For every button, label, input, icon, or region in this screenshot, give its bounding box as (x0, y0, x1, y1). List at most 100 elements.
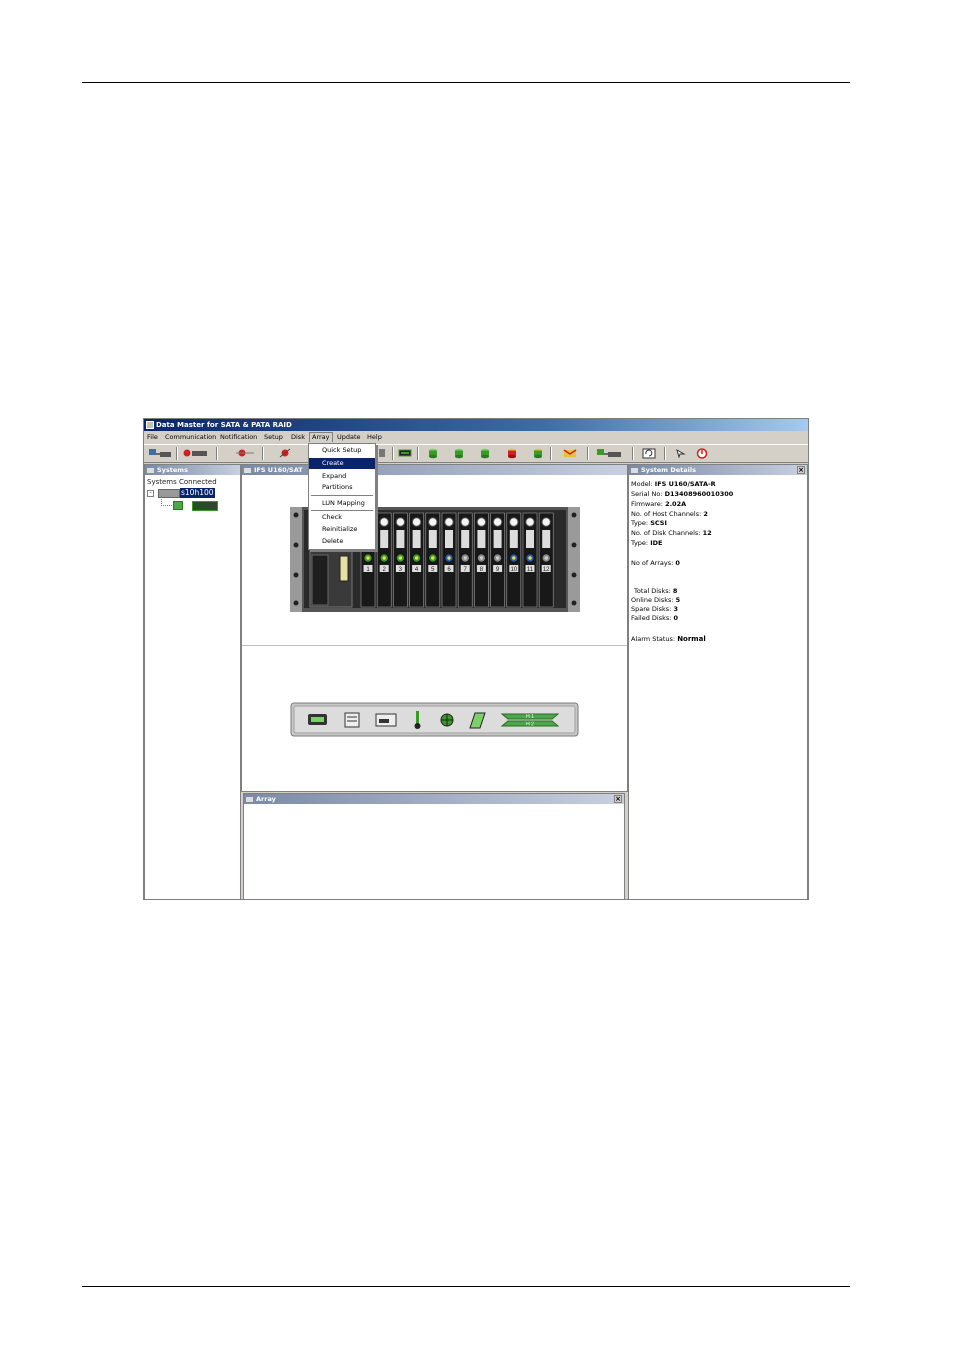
rack-screw-icon (571, 542, 577, 548)
host-channel-h1: H 1 (500, 713, 560, 720)
vent-grille (311, 554, 329, 606)
detail-disk-channels: No. of Disk Channels: 12 (631, 529, 712, 537)
mail-icon (563, 449, 577, 457)
array-delete-button[interactable] (507, 447, 517, 459)
disconnect-icon (183, 449, 207, 457)
detail-arrays: No of Arrays: 0 (631, 559, 680, 567)
host-interface-icon (308, 714, 327, 725)
connect-system-button[interactable] (148, 447, 172, 459)
rack-screw-icon (571, 512, 577, 518)
controller-button[interactable] (398, 447, 412, 459)
refresh-button[interactable] (642, 447, 656, 459)
toolbar-separator (392, 447, 394, 460)
bottom-rule (82, 1286, 850, 1287)
toolbar-separator (216, 447, 218, 460)
rack-screw-icon (571, 600, 577, 606)
menu-item-check[interactable]: Check (309, 512, 375, 523)
array-op-button-3[interactable] (480, 447, 490, 459)
systems-icon (147, 468, 154, 473)
menu-separator (311, 510, 373, 511)
tools-icon (279, 448, 291, 458)
disk-status-dot (382, 556, 386, 560)
menu-item-reinitialize[interactable]: Reinitialize (309, 524, 375, 535)
top-rule (82, 82, 850, 83)
menu-item-quick-setup[interactable]: Quick Setup (309, 445, 375, 456)
menu-item-expand[interactable]: Expand (309, 471, 375, 482)
menu-disk[interactable]: Disk (289, 432, 307, 443)
tray-label (461, 530, 470, 548)
menu-setup[interactable]: Setup (262, 432, 285, 443)
tray-label (445, 530, 453, 548)
host-label[interactable]: s10h100 (180, 488, 215, 498)
host-channel-h1-label: H 1 (526, 714, 534, 720)
toolbar (144, 444, 808, 463)
array-check-button[interactable] (533, 447, 543, 459)
tray-label (428, 530, 437, 548)
slot-number: 10 (510, 567, 517, 573)
rack-screw-icon (571, 572, 577, 578)
pointer-help-icon (676, 448, 686, 458)
disconnect-system-button[interactable] (182, 447, 208, 459)
tray-label (477, 530, 486, 548)
mail-button[interactable] (563, 447, 577, 459)
menu-array[interactable]: Array (309, 432, 333, 442)
tray-label (542, 530, 551, 548)
toolbar-separator (262, 447, 264, 460)
toolbar-separator (664, 447, 666, 460)
menu-file[interactable]: File (145, 432, 160, 443)
disk-tool-button[interactable] (377, 447, 387, 459)
exit-button[interactable] (696, 447, 708, 459)
notification-button[interactable] (234, 447, 256, 459)
tray-label (509, 530, 518, 548)
tray-knob-icon (411, 517, 422, 527)
rack-screw-icon (293, 542, 299, 548)
enclosure-header-icon (244, 468, 251, 473)
detail-total-disks: Total Disks: 8 (634, 587, 678, 595)
enclosure-panel-title: IFS U160/SAT (254, 466, 303, 474)
network-button[interactable] (596, 447, 622, 459)
detail-serial: Serial No: D13408960010300 (631, 490, 734, 498)
menu-notification[interactable]: Notification (218, 432, 259, 443)
left-rack-ear (290, 507, 302, 612)
detail-model: Model: IFS U160/SATA-R (631, 480, 716, 488)
menu-item-delete[interactable]: Delete (309, 536, 375, 547)
menu-item-create[interactable]: Create (309, 458, 375, 469)
details-header-icon (631, 468, 638, 473)
collapse-icon[interactable]: - (147, 490, 154, 497)
tray-label (526, 530, 534, 548)
tray-knob-icon (460, 517, 470, 527)
computer-network-icon (149, 449, 171, 457)
title-bar[interactable]: Data Master for SATA & PATA RAID (144, 419, 808, 431)
close-icon[interactable]: × (614, 795, 622, 803)
array-op-button-1[interactable] (428, 447, 438, 459)
tree-node-host[interactable]: - s10h100 (147, 488, 217, 500)
toolbar-separator (176, 447, 178, 460)
tray-knob-icon (509, 517, 519, 527)
array-op-button-2[interactable] (454, 447, 464, 459)
disk-status-dot (463, 556, 467, 560)
controller-status-bar[interactable]: H 1 H 2 (290, 702, 580, 738)
menu-communication[interactable]: Communication (163, 432, 218, 443)
setup-button[interactable] (278, 447, 292, 459)
lcd-display (339, 555, 349, 582)
tray-label (412, 530, 421, 548)
menu-update[interactable]: Update (335, 432, 363, 443)
notify-icon (236, 449, 254, 457)
disk-status-dot (398, 556, 403, 560)
right-rack-ear (568, 507, 580, 612)
disk-icon (379, 449, 385, 457)
info-button[interactable] (675, 447, 687, 459)
array-header-icon (246, 797, 253, 802)
menu-item-lun-mapping[interactable]: LUN Mapping (309, 498, 375, 509)
tree-node-enclosure[interactable] (147, 496, 218, 512)
detail-online-disks: Online Disks: 5 (631, 596, 681, 604)
close-icon[interactable]: × (797, 466, 805, 474)
tray-knob-icon (395, 517, 406, 527)
fan-icon (440, 713, 454, 727)
menu-item-partitions[interactable]: Partitions (309, 482, 375, 493)
menu-help[interactable]: Help (365, 432, 384, 443)
disk-status-dot (544, 556, 548, 560)
tray-knob-icon (541, 517, 551, 527)
detail-failed-disks: Failed Disks: 0 (631, 614, 679, 622)
refresh-icon (642, 448, 656, 458)
